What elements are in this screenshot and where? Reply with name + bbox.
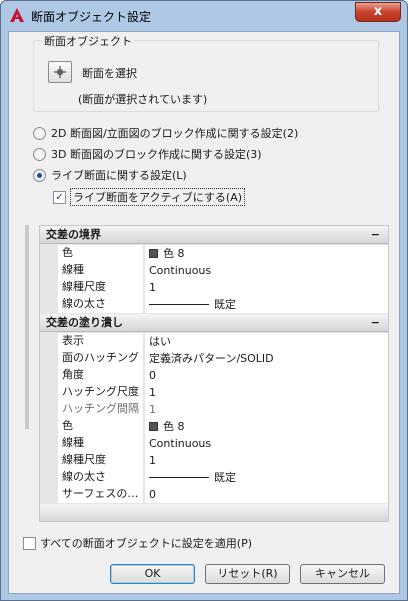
radio-live-section-settings[interactable]: ライブ断面に関する設定(L) <box>33 167 187 183</box>
property-key: 面のハッチング <box>58 350 144 367</box>
section-title: 交差の境界 <box>46 228 101 241</box>
property-value[interactable]: 1 <box>145 401 388 418</box>
property-row[interactable]: 線種 Continuous <box>40 435 388 452</box>
property-key: 線の太さ <box>58 296 144 313</box>
section-object-group: 断面オブジェクト 断面を選択 (断面が選択されています) <box>33 33 379 112</box>
property-row[interactable]: 表示 はい <box>40 333 388 350</box>
activate-live-section-checkbox[interactable]: ✓ ライブ断面をアクティブにする(A) <box>53 188 246 206</box>
collapse-icon[interactable]: − <box>371 226 380 243</box>
dialog-window: 断面オブジェクト設定 x 断面オブジェクト 断面を選択 (断面が選択されています… <box>0 0 408 601</box>
property-row[interactable]: 線の太さ 既定 <box>40 469 388 486</box>
section-header-fill[interactable]: 交差の塗り潰し − <box>40 314 388 332</box>
property-value[interactable]: Continuous <box>145 435 388 452</box>
selection-status: (断面が選択されています) <box>78 93 208 106</box>
select-section-button[interactable] <box>48 61 72 83</box>
property-value[interactable]: 既定 <box>145 469 388 486</box>
property-key: ハッチング間隔 <box>58 401 144 418</box>
select-section-label: 断面を選択 <box>82 67 137 80</box>
checkbox-label: すべての断面オブジェクトに設定を適用(P) <box>40 537 253 550</box>
ok-button[interactable]: OK <box>110 564 195 584</box>
property-key: 線種尺度 <box>58 279 144 296</box>
lineweight-line-icon <box>149 477 209 478</box>
radio-label: ライブ断面に関する設定(L) <box>51 169 187 182</box>
radio-label: 3D 断面図のブロック作成に関する設定(3) <box>51 148 262 161</box>
property-value[interactable]: 色 8 <box>145 418 388 435</box>
property-key: ハッチング尺度 <box>58 384 144 401</box>
color-swatch-icon <box>149 249 158 258</box>
title-bar[interactable]: 断面オブジェクト設定 x <box>1 1 407 31</box>
radio-label: 2D 断面図/立面図のブロック作成に関する設定(2) <box>51 127 299 140</box>
property-value[interactable]: 1 <box>145 452 388 469</box>
property-row[interactable]: 線種尺度 1 <box>40 452 388 469</box>
checkbox-checked[interactable]: ✓ <box>53 190 66 204</box>
property-row[interactable]: 角度 0 <box>40 367 388 384</box>
radio-2d-settings[interactable]: 2D 断面図/立面図のブロック作成に関する設定(2) <box>33 125 298 141</box>
apply-to-all-checkbox[interactable]: すべての断面オブジェクトに設定を適用(P) <box>23 535 252 551</box>
property-value[interactable]: 定義済みパターン/SOLID <box>145 350 388 367</box>
property-value[interactable]: Continuous <box>145 262 388 279</box>
crosshair-pick-icon <box>54 66 66 78</box>
group-title: 断面オブジェクト <box>42 33 134 49</box>
properties-area: 交差の境界 − 色 色 8 線種 Continuous 線種尺度 1 線の太さ … <box>23 225 389 522</box>
section-title: 交差の塗り潰し <box>46 316 123 329</box>
property-row[interactable]: ハッチング尺度 1 <box>40 384 388 401</box>
section-header-boundary[interactable]: 交差の境界 − <box>40 226 388 244</box>
radio-3d-settings[interactable]: 3D 断面図のブロック作成に関する設定(3) <box>33 146 262 162</box>
property-row[interactable]: 色 色 8 <box>40 245 388 262</box>
property-value[interactable]: 1 <box>145 384 388 401</box>
property-row[interactable]: 線種尺度 1 <box>40 279 388 296</box>
property-row[interactable]: サーフェスの… 0 <box>40 486 388 503</box>
checkbox-label: ライブ断面をアクティブにする(A) <box>70 188 246 206</box>
property-value[interactable]: はい <box>145 333 388 350</box>
close-button[interactable]: x <box>355 2 401 22</box>
color-swatch-icon <box>149 422 158 431</box>
property-value[interactable]: 色 8 <box>145 245 388 262</box>
lineweight-line-icon <box>149 304 209 305</box>
property-key: 線種 <box>58 435 144 452</box>
property-value[interactable]: 既定 <box>145 296 388 313</box>
property-value[interactable]: 1 <box>145 279 388 296</box>
property-key: 角度 <box>58 367 144 384</box>
property-key: 線種尺度 <box>58 452 144 469</box>
radio-button[interactable] <box>33 126 46 140</box>
property-value[interactable]: 0 <box>145 367 388 384</box>
dialog-title: 断面オブジェクト設定 <box>31 10 152 24</box>
property-row[interactable]: 線種 Continuous <box>40 262 388 279</box>
property-row[interactable]: 面のハッチング 定義済みパターン/SOLID <box>40 350 388 367</box>
autocad-logo-icon <box>10 8 24 22</box>
property-key: 線の太さ <box>58 469 144 486</box>
cancel-button[interactable]: キャンセル <box>300 564 385 584</box>
property-key: 色 <box>58 418 144 435</box>
dialog-body: 断面オブジェクト 断面を選択 (断面が選択されています) 2D 断面図/立面図の… <box>8 31 400 594</box>
radio-button[interactable] <box>33 147 46 161</box>
section-header-next[interactable] <box>40 504 388 521</box>
radio-button-selected[interactable] <box>33 168 46 182</box>
property-row[interactable]: 色 色 8 <box>40 418 388 435</box>
property-row[interactable]: 線の太さ 既定 <box>40 296 388 313</box>
reset-button[interactable]: リセット(R) <box>205 564 290 584</box>
checkbox-unchecked[interactable] <box>23 536 36 550</box>
property-key: 色 <box>58 245 144 262</box>
property-row[interactable]: ハッチング間隔 1 <box>40 401 388 418</box>
property-key: 表示 <box>58 333 144 350</box>
property-value[interactable]: 0 <box>145 486 388 503</box>
properties-palette: 交差の境界 − 色 色 8 線種 Continuous 線種尺度 1 線の太さ … <box>39 225 389 522</box>
vertical-scrollbar[interactable] <box>25 225 29 429</box>
property-key: サーフェスの… <box>58 486 144 503</box>
collapse-icon[interactable]: − <box>371 314 380 331</box>
property-key: 線種 <box>58 262 144 279</box>
